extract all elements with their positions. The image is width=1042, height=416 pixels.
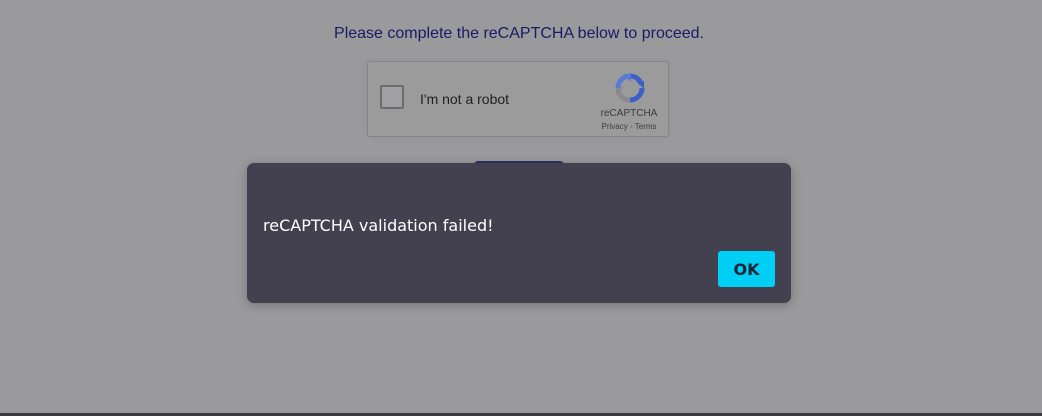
- alert-dialog: reCAPTCHA validation failed! OK: [247, 163, 791, 303]
- ok-button[interactable]: OK: [718, 251, 775, 287]
- page: Please complete the reCAPTCHA below to p…: [0, 0, 1042, 416]
- dialog-message: reCAPTCHA validation failed!: [263, 216, 494, 235]
